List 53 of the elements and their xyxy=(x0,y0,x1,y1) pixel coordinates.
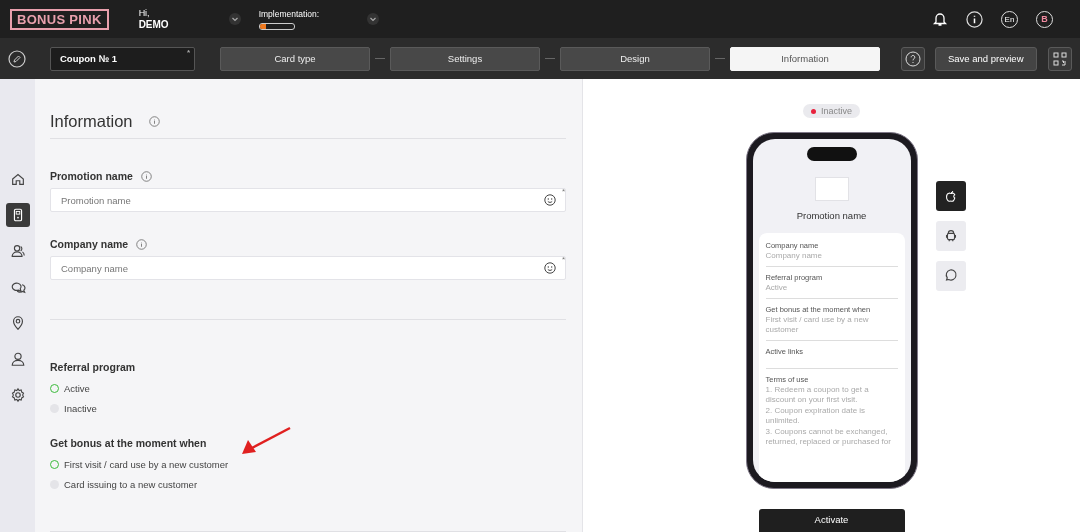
terms-text: 3. Coupons cannot be exchanged, returned, replaced or purchased for xyxy=(765,427,892,447)
platform-button[interactable] xyxy=(935,221,966,251)
edit-icon[interactable] xyxy=(8,49,26,68)
help-icon xyxy=(905,50,921,67)
chevron-icon[interactable] xyxy=(228,13,241,25)
required-mark: * xyxy=(561,255,565,264)
greeting: Hi, xyxy=(138,8,151,19)
activate-button[interactable]: Activate xyxy=(758,509,905,532)
annotation-arrow xyxy=(240,426,292,456)
section-title: Information xyxy=(50,112,133,131)
chevron-icon[interactable] xyxy=(367,13,380,25)
status-label: Inactive xyxy=(821,106,852,116)
group-title: Get bonus at the moment when xyxy=(50,437,208,451)
step-tab[interactable]: Information xyxy=(730,46,880,71)
qr-code-button[interactable] xyxy=(1047,46,1072,71)
card-thumbnail xyxy=(814,177,849,201)
group-title: Referral program xyxy=(50,361,137,375)
radio-option[interactable]: First visit / card use by a new customer xyxy=(50,457,229,471)
user-name: DEMO xyxy=(138,19,169,30)
terms-text: 1. Redeem a coupon to get a discount on your first visit. xyxy=(765,385,870,405)
step-tab[interactable]: Design xyxy=(560,46,710,71)
radio-option[interactable]: Inactive xyxy=(50,401,97,415)
home-icon xyxy=(9,171,26,187)
emoji-icon[interactable] xyxy=(544,194,556,206)
bell-icon[interactable] xyxy=(932,11,948,27)
promotion-name: Promotion name xyxy=(796,210,867,221)
field-label: Promotion name xyxy=(50,170,133,182)
user-icon xyxy=(9,351,26,367)
step-tab[interactable]: Card type xyxy=(220,46,370,71)
chat-icon xyxy=(9,279,26,295)
platform-button[interactable] xyxy=(935,181,966,211)
logo[interactable]: BONUS PINK xyxy=(10,8,109,30)
phone-notch xyxy=(806,147,857,161)
help-button[interactable] xyxy=(901,46,925,71)
settings-icon xyxy=(9,387,26,403)
implementation-label: Implementation: xyxy=(258,8,320,19)
sidebar-item[interactable] xyxy=(5,203,30,227)
info-value: Company name xyxy=(765,251,823,261)
emoji-icon[interactable] xyxy=(544,262,556,274)
save-preview-button[interactable]: Save and preview xyxy=(935,46,1037,71)
users-icon xyxy=(9,243,26,259)
progress-bar xyxy=(258,22,295,30)
coupon-name-field[interactable]: Coupon № 1 xyxy=(60,53,118,64)
qr-code-icon xyxy=(1051,50,1068,67)
step-tab[interactable]: Settings xyxy=(390,46,540,71)
field-label: Company name xyxy=(50,238,129,250)
info-value: First visit / card use by a new customer xyxy=(765,315,870,335)
info-value: Active xyxy=(765,283,789,293)
terms-text: 2. Coupon expiration date is unlimited. xyxy=(765,406,867,426)
radio-option[interactable]: Active xyxy=(50,381,90,395)
radio-option[interactable]: Card issuing to a new customer xyxy=(50,477,198,491)
required-mark: * xyxy=(186,47,190,57)
required-mark: * xyxy=(561,187,565,196)
